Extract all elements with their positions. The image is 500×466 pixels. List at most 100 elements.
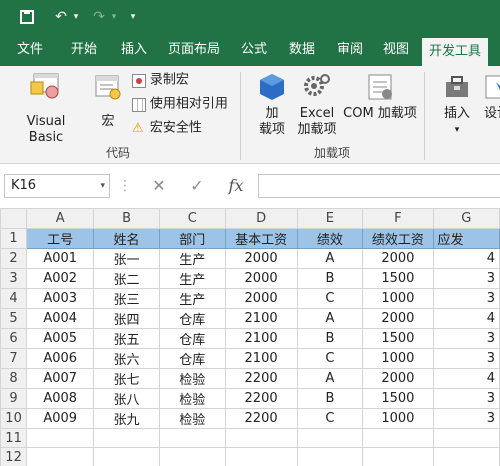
addins-button[interactable]: 加 载项 <box>252 72 292 142</box>
row-header[interactable]: 4 <box>0 288 28 309</box>
cell[interactable]: B <box>296 268 364 289</box>
macro-security-button[interactable]: ⚠ 宏安全性 <box>132 120 236 140</box>
tab-file[interactable]: 文件 <box>8 34 52 66</box>
enter-icon[interactable]: ✓ <box>184 174 210 198</box>
tab-view[interactable]: 视图 <box>376 34 416 66</box>
row-header[interactable]: 10 <box>0 408 28 429</box>
cell[interactable]: 3 <box>432 288 500 309</box>
column-header[interactable]: G <box>432 208 500 229</box>
cell[interactable]: A006 <box>26 348 95 369</box>
column-header[interactable]: A <box>26 208 95 229</box>
redo-dropdown-icon[interactable]: ▾ <box>108 6 120 28</box>
cell[interactable]: C <box>296 348 364 369</box>
com-addins-button[interactable]: COM 加载项 <box>342 72 418 142</box>
column-header[interactable]: D <box>224 208 298 229</box>
cell[interactable]: 1000 <box>362 288 434 309</box>
cell[interactable]: 仓库 <box>158 308 226 329</box>
cell[interactable]: 2000 <box>224 248 298 269</box>
cell[interactable]: 3 <box>432 268 500 289</box>
tab-data[interactable]: 数据 <box>280 34 324 66</box>
relative-reference-button[interactable]: 使用相对引用 <box>132 96 236 116</box>
insert-function-icon[interactable]: fx <box>222 174 250 198</box>
cell[interactable]: A <box>296 248 364 269</box>
cell[interactable] <box>93 447 160 466</box>
row-header[interactable]: 6 <box>0 328 28 349</box>
cell[interactable]: 1500 <box>362 268 434 289</box>
cell[interactable] <box>296 428 364 448</box>
name-box[interactable]: K16 ▾ <box>4 174 110 198</box>
cell[interactable]: 检验 <box>158 388 226 409</box>
cell[interactable] <box>432 428 500 448</box>
cell[interactable]: 绩效工资 <box>362 228 434 249</box>
undo-dropdown-icon[interactable]: ▾ <box>70 6 82 28</box>
cell[interactable]: 2200 <box>224 408 298 429</box>
cell[interactable]: 4 <box>432 368 500 389</box>
cell[interactable]: 2100 <box>224 328 298 349</box>
select-all-corner[interactable] <box>0 208 28 229</box>
cell[interactable]: 3 <box>432 388 500 409</box>
tab-formulas[interactable]: 公式 <box>232 34 276 66</box>
cell[interactable]: A003 <box>26 288 95 309</box>
cell[interactable]: B <box>296 388 364 409</box>
cell[interactable] <box>26 447 95 466</box>
cell[interactable]: 1500 <box>362 328 434 349</box>
cell[interactable]: 张六 <box>93 348 160 369</box>
cell[interactable]: B <box>296 328 364 349</box>
column-header[interactable]: B <box>93 208 160 229</box>
cell[interactable]: 2000 <box>362 368 434 389</box>
row-header[interactable]: 7 <box>0 348 28 369</box>
cell[interactable]: 生产 <box>158 288 226 309</box>
cell[interactable]: A008 <box>26 388 95 409</box>
cell[interactable]: 4 <box>432 308 500 329</box>
cell[interactable] <box>26 428 95 448</box>
cell[interactable]: 2200 <box>224 388 298 409</box>
cell[interactable]: 姓名 <box>93 228 160 249</box>
insert-controls-button[interactable]: 插入 ▾ <box>436 72 478 142</box>
cell[interactable] <box>158 428 226 448</box>
cell[interactable]: 张七 <box>93 368 160 389</box>
cell[interactable]: A007 <box>26 368 95 389</box>
column-header[interactable]: F <box>362 208 434 229</box>
cell[interactable]: 2100 <box>224 308 298 329</box>
row-header[interactable]: 9 <box>0 388 28 409</box>
chevron-down-icon[interactable]: ▾ <box>100 175 105 197</box>
tab-home[interactable]: 开始 <box>62 34 106 66</box>
cell[interactable]: 应发 <box>432 228 500 249</box>
record-macro-button[interactable]: 录制宏 <box>132 72 236 92</box>
cell[interactable]: 1000 <box>362 348 434 369</box>
undo-icon[interactable]: ↶ <box>50 6 72 28</box>
cell[interactable]: 工号 <box>26 228 95 249</box>
cell[interactable]: A009 <box>26 408 95 429</box>
macros-button[interactable]: 宏 <box>90 72 126 132</box>
cell[interactable]: 2200 <box>224 368 298 389</box>
tab-insert[interactable]: 插入 <box>112 34 156 66</box>
column-header[interactable]: E <box>296 208 364 229</box>
cell[interactable]: 1000 <box>362 408 434 429</box>
cell[interactable]: 检验 <box>158 408 226 429</box>
cell[interactable]: 张三 <box>93 288 160 309</box>
cell[interactable]: A004 <box>26 308 95 329</box>
cell[interactable] <box>224 447 298 466</box>
cell[interactable]: A005 <box>26 328 95 349</box>
cell[interactable]: 4 <box>432 248 500 269</box>
cell[interactable]: 仓库 <box>158 348 226 369</box>
save-icon[interactable] <box>16 6 38 28</box>
cell[interactable]: 张四 <box>93 308 160 329</box>
cell[interactable]: 2000 <box>224 288 298 309</box>
cell[interactable] <box>296 447 364 466</box>
redo-icon[interactable]: ↷ <box>88 6 110 28</box>
row-header[interactable]: 3 <box>0 268 28 289</box>
cell[interactable]: C <box>296 408 364 429</box>
cell[interactable]: 生产 <box>158 268 226 289</box>
cell[interactable]: 2100 <box>224 348 298 369</box>
cell[interactable]: 2000 <box>362 248 434 269</box>
cell[interactable]: 部门 <box>158 228 226 249</box>
row-header[interactable]: 5 <box>0 308 28 329</box>
cell[interactable]: 张一 <box>93 248 160 269</box>
design-mode-button[interactable]: 设计 <box>482 72 500 142</box>
cell[interactable]: 2000 <box>224 268 298 289</box>
customize-toolbar-icon[interactable]: ▾ <box>126 6 140 28</box>
cell[interactable]: 绩效 <box>296 228 364 249</box>
cell[interactable] <box>362 447 434 466</box>
visual-basic-button[interactable]: Visual Basic <box>8 72 84 145</box>
